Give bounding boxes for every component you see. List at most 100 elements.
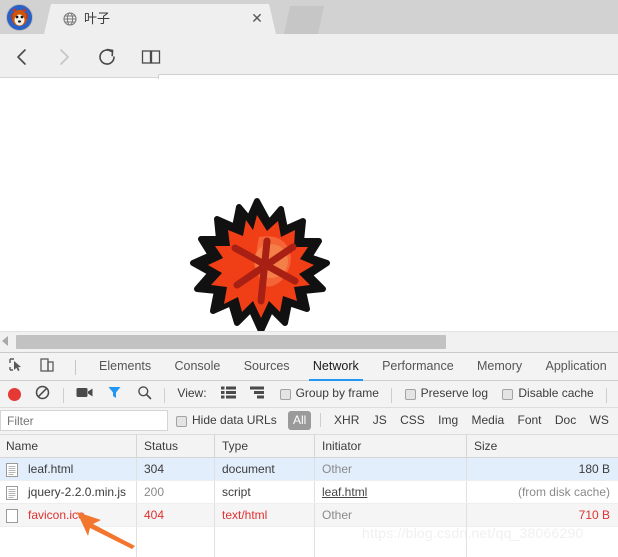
filter-input[interactable]	[0, 410, 168, 431]
tab-elements[interactable]: Elements	[89, 353, 161, 380]
tab-performance[interactable]: Performance	[372, 353, 464, 380]
inspect-element-icon[interactable]	[8, 357, 30, 375]
column-header-name[interactable]: Name	[0, 435, 136, 457]
checkbox-disable-cache[interactable]: Disable cache	[502, 381, 594, 406]
cell-size: 180 B	[578, 462, 610, 476]
checkbox-label: Group by frame	[295, 386, 379, 400]
tab-strip: 叶子 ✕	[0, 0, 618, 34]
filter-pill-img[interactable]: Img	[433, 411, 463, 430]
cell-size: (from disk cache)	[517, 485, 610, 499]
document-icon	[6, 462, 18, 477]
devtools-tabbar: Elements Console Sources Network Perform…	[0, 353, 618, 381]
cell-type: script	[222, 485, 251, 499]
network-toolbar: View: Group by frame Preserve log Disabl…	[0, 381, 618, 408]
column-divider	[136, 504, 137, 526]
checkbox-label: Disable cache	[518, 386, 594, 400]
column-divider[interactable]	[214, 435, 215, 457]
request-name: jquery-2.2.0.min.js	[28, 485, 127, 499]
filter-pill-doc[interactable]: Doc	[550, 411, 581, 430]
devtools-panel: Elements Console Sources Network Perform…	[0, 352, 618, 557]
cell-name[interactable]: leaf.html	[0, 458, 136, 480]
cell-name[interactable]: jquery-2.2.0.min.js	[0, 481, 136, 503]
request-name: favicon.ico	[28, 508, 85, 522]
column-divider	[136, 458, 137, 480]
tab-application[interactable]: Application	[536, 353, 617, 380]
column-header-size[interactable]: Size	[466, 435, 618, 457]
waterfall-view-icon[interactable]	[250, 381, 265, 406]
search-icon[interactable]	[137, 381, 152, 406]
filter-pill-media[interactable]: Media	[466, 411, 509, 430]
column-header-type[interactable]: Type	[214, 435, 314, 457]
filter-funnel-icon[interactable]	[107, 381, 122, 406]
table-empty-area	[0, 527, 618, 557]
column-divider	[314, 481, 315, 503]
filter-pill-ws[interactable]: WS	[585, 411, 614, 430]
checkbox-preserve-log[interactable]: Preserve log	[404, 381, 489, 406]
cell-initiator[interactable]: leaf.html	[314, 481, 466, 503]
list-view-icon[interactable]	[220, 381, 236, 406]
column-header-initiator[interactable]: Initiator	[314, 435, 466, 457]
column-divider	[214, 504, 215, 526]
column-divider	[466, 527, 467, 557]
clear-button[interactable]	[35, 381, 50, 406]
browser-tab-active[interactable]: 叶子 ✕	[44, 4, 276, 34]
cell-initiator: Other	[322, 508, 353, 522]
cell-type: document	[222, 462, 275, 476]
tab-network[interactable]: Network	[303, 353, 369, 381]
tab-memory[interactable]: Memory	[467, 353, 532, 380]
tab-console[interactable]: Console	[164, 353, 230, 380]
cell-status: 304	[144, 462, 165, 476]
scroll-left-icon[interactable]	[2, 336, 8, 346]
document-icon	[6, 485, 18, 500]
filter-pill-css[interactable]: CSS	[395, 411, 430, 430]
close-icon[interactable]: ✕	[250, 11, 264, 25]
tab-title: 叶子	[84, 11, 111, 26]
back-arrow-icon[interactable]	[10, 44, 36, 70]
column-divider	[214, 527, 215, 557]
checkbox-box[interactable]	[176, 415, 187, 427]
checkbox-label: Hide data URLs	[192, 413, 277, 427]
table-row[interactable]: favicon.ico 404 text/html Other 710 B	[0, 504, 618, 527]
record-button[interactable]	[8, 388, 21, 401]
checkbox-group-by-frame[interactable]: Group by frame	[279, 381, 379, 406]
book-icon[interactable]	[138, 44, 164, 70]
column-divider[interactable]	[136, 435, 137, 457]
column-divider[interactable]	[466, 435, 467, 457]
filter-pill-js[interactable]: JS	[368, 411, 392, 430]
toolbar-divider	[164, 387, 166, 403]
table-row[interactable]: jquery-2.2.0.min.js 200 script leaf.html…	[0, 481, 618, 504]
checkbox-hide-data-urls[interactable]: Hide data URLs	[176, 412, 277, 429]
checkbox-label: Preserve log	[420, 386, 489, 400]
initiator-link[interactable]: leaf.html	[322, 485, 367, 499]
camera-icon[interactable]	[76, 381, 93, 406]
cell-name[interactable]: favicon.ico	[0, 504, 136, 526]
column-divider	[314, 527, 315, 557]
column-divider[interactable]	[314, 435, 315, 457]
checkbox-box[interactable]	[279, 388, 291, 400]
column-header-status[interactable]: Status	[136, 435, 214, 457]
scrollbar-thumb[interactable]	[16, 335, 446, 349]
forward-arrow-icon	[50, 44, 76, 70]
toolbar-divider	[606, 387, 608, 403]
new-tab-button[interactable]	[284, 6, 324, 34]
cell-size: 710 B	[578, 508, 610, 522]
globe-icon	[63, 12, 77, 26]
device-toolbar-icon[interactable]	[39, 357, 61, 375]
checkbox-box[interactable]	[404, 388, 416, 400]
resource-type-filters: All XHR JS CSS Img Media Font Doc WS Man…	[288, 411, 618, 430]
column-divider	[214, 458, 215, 480]
tab-sources[interactable]: Sources	[234, 353, 300, 380]
filter-pill-font[interactable]: Font	[513, 411, 547, 430]
toolbar-divider	[391, 387, 393, 403]
filter-pill-all[interactable]: All	[288, 411, 312, 430]
cell-status: 404	[144, 508, 165, 522]
reload-icon[interactable]	[94, 44, 120, 70]
table-row[interactable]: leaf.html 304 document Other 180 B	[0, 458, 618, 481]
toolbar-divider	[74, 360, 76, 375]
filter-pill-xhr[interactable]: XHR	[329, 411, 364, 430]
cell-status: 200	[144, 485, 165, 499]
blank-document-icon	[6, 508, 18, 523]
horizontal-scrollbar[interactable]	[0, 331, 618, 352]
fox-avatar-icon[interactable]	[6, 4, 33, 31]
checkbox-box[interactable]	[502, 388, 514, 400]
